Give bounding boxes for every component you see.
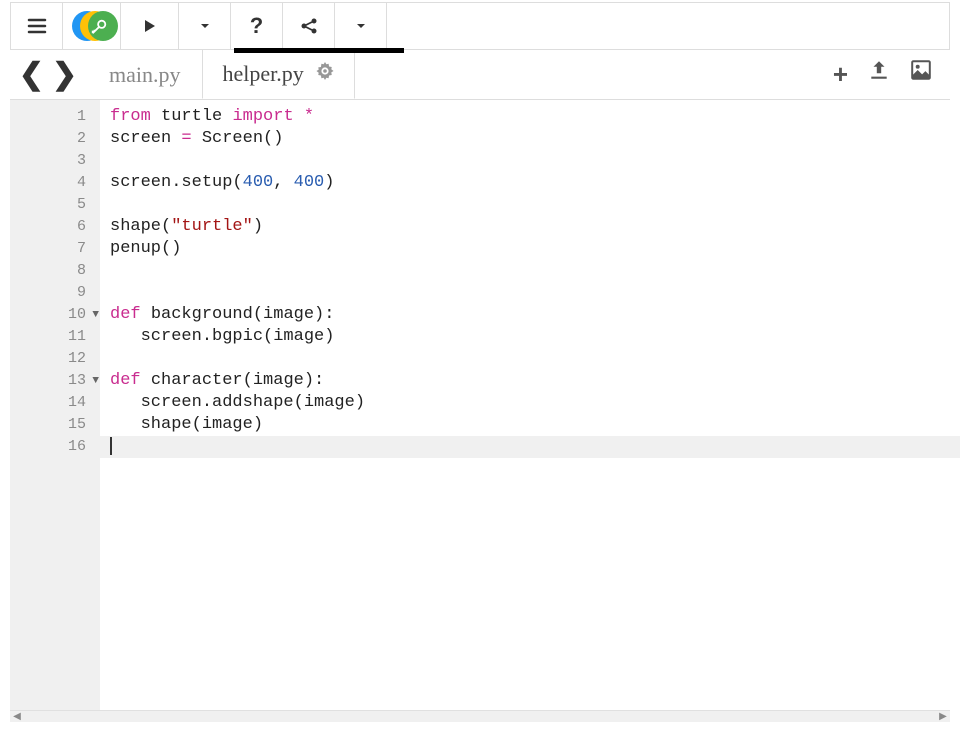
tab-right-icons: +: [833, 59, 950, 90]
image-icon: [910, 59, 932, 81]
line-number: 11: [10, 326, 100, 348]
tab-label: helper.py: [223, 61, 304, 87]
scroll-right-button[interactable]: ▶: [936, 711, 950, 722]
line-number: 4: [10, 172, 100, 194]
add-file-button[interactable]: +: [833, 59, 848, 90]
help-button[interactable]: ?: [231, 3, 283, 49]
upload-button[interactable]: [868, 59, 890, 90]
code-line[interactable]: screen.addshape(image): [110, 392, 950, 414]
line-number: 10▼: [10, 304, 100, 326]
code-line[interactable]: [110, 194, 950, 216]
line-gutter: 12345678910▼111213▼141516: [10, 100, 100, 710]
logo-button[interactable]: [63, 3, 121, 49]
share-dropdown-button[interactable]: [335, 3, 387, 49]
tab-row: ❮ ❯ main.py helper.py +: [10, 50, 950, 100]
text-cursor: [110, 437, 112, 455]
chevron-down-icon: [199, 20, 211, 32]
line-number: 9: [10, 282, 100, 304]
code-line[interactable]: def background(image):: [110, 304, 950, 326]
tabs-container: main.py helper.py: [88, 50, 355, 99]
active-tab-indicator: [234, 48, 404, 53]
code-line[interactable]: penup(): [110, 238, 950, 260]
scroll-track[interactable]: [24, 711, 936, 723]
line-number: 7: [10, 238, 100, 260]
code-editor[interactable]: 12345678910▼111213▼141516 from turtle im…: [10, 100, 950, 710]
code-line[interactable]: [110, 282, 950, 304]
help-icon: ?: [250, 13, 263, 39]
key-logo-icon: [72, 6, 112, 46]
run-button[interactable]: [121, 3, 179, 49]
image-button[interactable]: [910, 59, 932, 90]
horizontal-scrollbar[interactable]: ◀ ▶: [10, 710, 950, 722]
code-line[interactable]: shape(image): [110, 414, 950, 436]
code-line[interactable]: screen = Screen(): [110, 128, 950, 150]
code-line[interactable]: [110, 348, 950, 370]
upload-icon: [868, 59, 890, 81]
nav-forward-button[interactable]: ❯: [52, 57, 77, 92]
line-number: 14: [10, 392, 100, 414]
line-number: 6: [10, 216, 100, 238]
chevron-down-icon: [355, 20, 367, 32]
line-number: 16: [10, 436, 100, 458]
code-line[interactable]: screen.bgpic(image): [110, 326, 950, 348]
run-dropdown-button[interactable]: [179, 3, 231, 49]
fold-icon[interactable]: ▼: [92, 370, 99, 392]
code-line[interactable]: shape("turtle"): [110, 216, 950, 238]
code-line[interactable]: def character(image):: [110, 370, 950, 392]
tab-settings-icon[interactable]: [316, 62, 334, 86]
tab-helper-py[interactable]: helper.py: [202, 50, 355, 99]
line-number: 5: [10, 194, 100, 216]
nav-arrows: ❮ ❯: [10, 57, 80, 92]
code-line[interactable]: [100, 436, 960, 458]
tab-label: main.py: [109, 62, 181, 88]
nav-back-button[interactable]: ❮: [19, 57, 44, 92]
line-number: 13▼: [10, 370, 100, 392]
share-button[interactable]: [283, 3, 335, 49]
code-area[interactable]: from turtle import *screen = Screen() scr…: [100, 100, 950, 710]
menu-button[interactable]: [11, 3, 63, 49]
tab-main-py[interactable]: main.py: [88, 50, 202, 99]
scroll-left-button[interactable]: ◀: [10, 711, 24, 722]
code-line[interactable]: [110, 150, 950, 172]
line-number: 3: [10, 150, 100, 172]
share-icon: [299, 16, 319, 36]
line-number: 2: [10, 128, 100, 150]
line-number: 15: [10, 414, 100, 436]
line-number: 1: [10, 106, 100, 128]
main-toolbar: ?: [10, 2, 950, 50]
line-number: 12: [10, 348, 100, 370]
fold-icon[interactable]: ▼: [92, 304, 99, 326]
code-line[interactable]: [110, 260, 950, 282]
line-number: 8: [10, 260, 100, 282]
code-line[interactable]: from turtle import *: [110, 106, 950, 128]
code-line[interactable]: screen.setup(400, 400): [110, 172, 950, 194]
